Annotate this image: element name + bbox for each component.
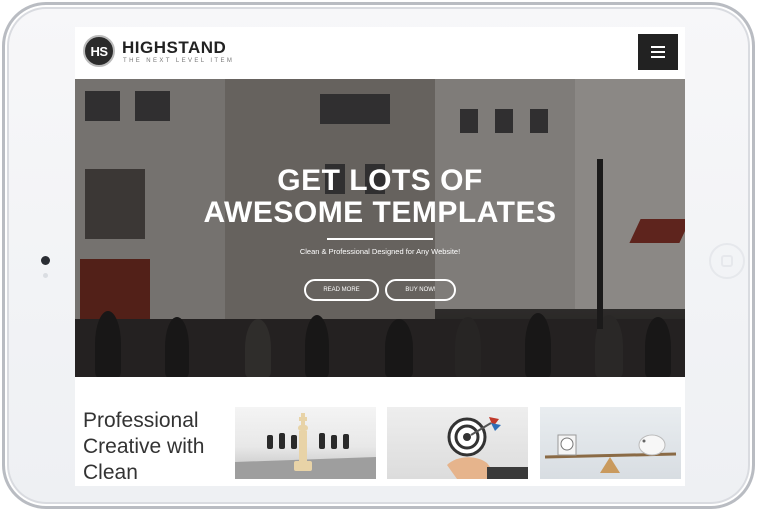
site-header: HS HIGHSTAND THE NEXT LEVEL ITEM (75, 27, 685, 79)
balance-scale-image[interactable] (540, 407, 681, 479)
logo-badge[interactable]: HS (83, 35, 115, 67)
chess-pieces-icon (235, 413, 376, 479)
home-button[interactable] (709, 243, 745, 279)
target-darts-icon (447, 417, 528, 479)
hamburger-line (651, 51, 665, 53)
balance-scale-icon (544, 434, 677, 473)
hamburger-line (651, 56, 665, 58)
brand-name[interactable]: HIGHSTAND (122, 38, 226, 58)
hero-subtitle: Clean & Professional Designed for Any We… (299, 247, 461, 256)
content-section: Professional Creative with Clean (75, 377, 685, 486)
chess-pieces-image[interactable] (235, 407, 376, 479)
hero-title-line2: AWESOME TEMPLATES (203, 196, 557, 229)
heading-line2: Creative with (83, 435, 205, 458)
read-more-button[interactable]: READ MORE (304, 279, 379, 301)
buy-now-button[interactable]: BUY NOW! (385, 279, 456, 301)
hero-divider (327, 238, 433, 240)
target-darts-image[interactable] (387, 407, 528, 479)
section-heading: Professional Creative with Clean (83, 408, 204, 486)
hero-banner: GET LOTS OF AWESOME TEMPLATES Clean & Pr… (75, 79, 685, 377)
hero-title-line1: GET LOTS OF (277, 164, 483, 197)
menu-button[interactable] (638, 34, 678, 70)
heading-line3: Clean (83, 461, 138, 484)
brand-tagline: THE NEXT LEVEL ITEM (123, 58, 235, 64)
sensor-dot (43, 273, 48, 278)
website-screen: HS HIGHSTAND THE NEXT LEVEL ITEM GET LOT… (75, 27, 685, 486)
hamburger-menu-icon (651, 46, 665, 48)
heading-line1: Professional (83, 409, 199, 432)
camera-dot (41, 256, 50, 265)
